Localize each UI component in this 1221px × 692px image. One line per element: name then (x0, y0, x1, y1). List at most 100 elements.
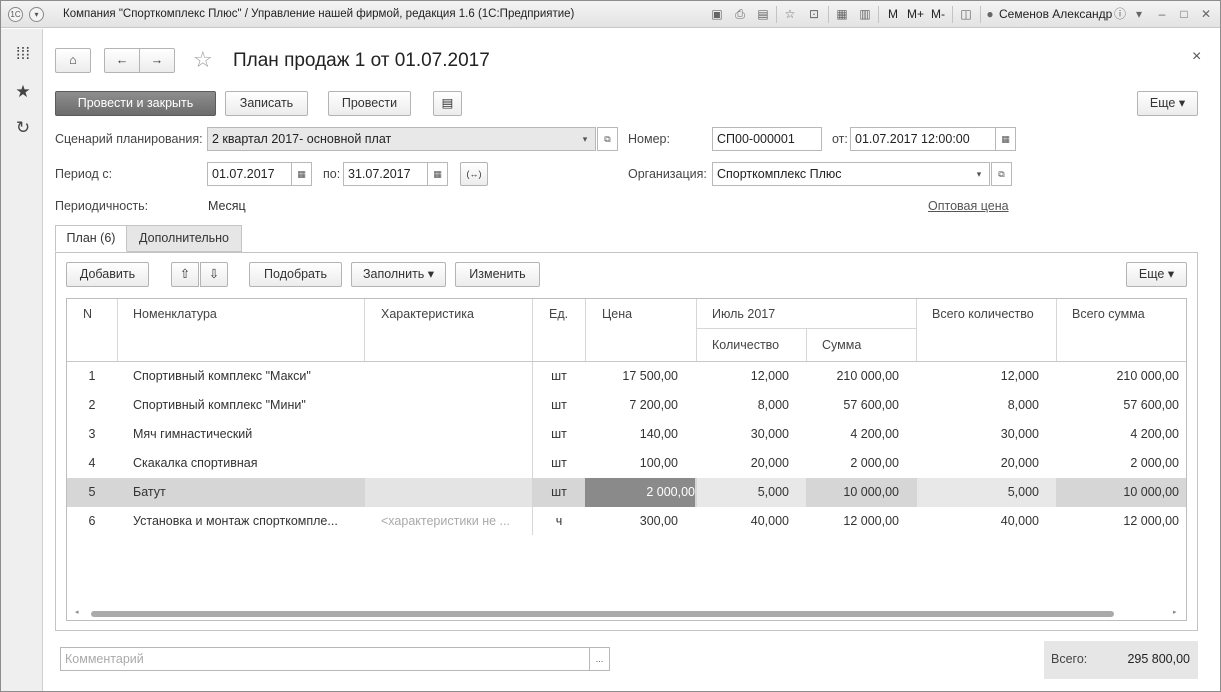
header-total-qty[interactable]: Всего количество (932, 307, 1034, 321)
cell-n[interactable]: 5 (67, 478, 117, 507)
cell-char[interactable] (365, 478, 532, 507)
header-n[interactable]: N (83, 307, 92, 321)
cell-qty[interactable]: 8,000 (697, 391, 789, 420)
cell-price[interactable]: 2 000,00 (585, 478, 695, 507)
header-sum[interactable]: Сумма (822, 338, 861, 352)
cell-sum[interactable]: 12 000,00 (807, 507, 899, 536)
cell-total-qty[interactable]: 12,000 (917, 362, 1039, 391)
sections-grid-icon[interactable]: ⁞⁞⁞ (13, 44, 33, 64)
pick-button[interactable]: Подобрать (249, 262, 342, 287)
header-month[interactable]: Июль 2017 (712, 307, 775, 321)
org-open-icon[interactable]: ⧉ (991, 162, 1012, 186)
print-icon[interactable]: ⎙ (732, 7, 748, 22)
cell-n[interactable]: 6 (67, 507, 117, 536)
cell-price[interactable]: 100,00 (586, 449, 678, 478)
cell-price[interactable]: 17 500,00 (586, 362, 678, 391)
cell-qty[interactable]: 40,000 (697, 507, 789, 536)
org-field[interactable]: Спорткомплекс Плюс (712, 162, 990, 186)
move-up-icon[interactable]: ⇧ (171, 262, 199, 287)
period-start-calendar-icon[interactable]: ▦ (291, 162, 312, 186)
close-form-icon[interactable]: × (1192, 48, 1201, 66)
cell-char[interactable] (381, 362, 529, 391)
table-row[interactable]: 2 Спортивный комплекс "Мини" шт 7 200,00 8,0… (67, 391, 1186, 420)
user-name[interactable]: Семенов Александр (999, 7, 1112, 21)
scroll-right-icon[interactable]: ▸ (1173, 608, 1177, 616)
memory-mminus-button[interactable]: M- (931, 7, 945, 21)
cell-total-sum[interactable]: 210 000,00 (1057, 362, 1179, 391)
cell-sum[interactable]: 210 000,00 (807, 362, 899, 391)
cell-n[interactable]: 4 (67, 449, 117, 478)
number-field[interactable]: СП00-000001 (712, 127, 822, 151)
forward-button[interactable]: → (139, 48, 175, 73)
save-icon[interactable]: ▣ (709, 7, 725, 22)
cell-total-qty[interactable]: 20,000 (917, 449, 1039, 478)
post-button[interactable]: Провести (328, 91, 411, 116)
cell-price[interactable]: 140,00 (586, 420, 678, 449)
main-menu-icon[interactable]: ▾ (29, 7, 44, 22)
cell-sum[interactable]: 10 000,00 (807, 478, 899, 507)
calendar-icon[interactable]: ▦ (995, 127, 1016, 151)
cell-total-qty[interactable]: 8,000 (917, 391, 1039, 420)
cell-sum[interactable]: 2 000,00 (807, 449, 899, 478)
calculator-icon[interactable]: ▦ (834, 7, 850, 22)
cell-qty[interactable]: 5,000 (697, 478, 806, 507)
cell-unit[interactable]: ч (533, 507, 585, 536)
tab-plan[interactable]: План (6) (55, 225, 127, 252)
table-row[interactable]: 3 Мяч гимнастический шт 140,00 30,000 4 200,0… (67, 420, 1186, 449)
header-unit[interactable]: Ед. (549, 307, 568, 321)
cell-total-sum[interactable]: 2 000,00 (1057, 449, 1179, 478)
cell-total-sum[interactable]: 57 600,00 (1057, 391, 1179, 420)
memory-mplus-button[interactable]: M+ (907, 7, 924, 21)
report-icon[interactable]: ▤ (433, 91, 462, 116)
comment-field[interactable]: Комментарий (60, 647, 590, 671)
period-end-calendar-icon[interactable]: ▦ (427, 162, 448, 186)
table-more-button[interactable]: Еще ▾ (1126, 262, 1187, 287)
add-button[interactable]: Добавить (66, 262, 149, 287)
org-dropdown-icon[interactable]: ▾ (969, 162, 990, 186)
cell-total-sum[interactable]: 4 200,00 (1057, 420, 1179, 449)
cell-sum[interactable]: 4 200,00 (807, 420, 899, 449)
calendar-icon[interactable]: ▥ (857, 7, 873, 22)
panels-icon[interactable]: ◫ (958, 7, 974, 22)
history-icon[interactable]: ⊡ (806, 7, 822, 22)
tab-additional[interactable]: Дополнительно (127, 225, 242, 252)
post-and-close-button[interactable]: Провести и закрыть (55, 91, 216, 116)
history-scroll-icon[interactable]: ↻ (13, 118, 33, 138)
cell-qty[interactable]: 30,000 (697, 420, 789, 449)
memory-m-button[interactable]: M (888, 7, 898, 21)
period-start-field[interactable]: 01.07.2017 (207, 162, 292, 186)
header-char[interactable]: Характеристика (381, 307, 474, 321)
cell-qty[interactable]: 20,000 (697, 449, 789, 478)
home-button[interactable]: ⌂ (55, 48, 91, 73)
table-row[interactable]: 5 Батут шт 2 000,00 5,000 10 000,00 5,000 10 00… (67, 478, 1186, 507)
write-button[interactable]: Записать (225, 91, 308, 116)
header-item[interactable]: Номенклатура (133, 307, 217, 321)
table-row[interactable]: 4 Скакалка спортивная шт 100,00 20,000 2 000,… (67, 449, 1186, 478)
scroll-left-icon[interactable]: ◂ (75, 608, 79, 616)
cell-sum[interactable]: 57 600,00 (807, 391, 899, 420)
favorite-icon[interactable]: ☆ (782, 7, 798, 22)
cell-item[interactable]: Мяч гимнастический (133, 420, 361, 449)
period-end-field[interactable]: 31.07.2017 (343, 162, 428, 186)
cell-unit[interactable]: шт (533, 478, 585, 507)
favorite-star-icon[interactable]: ☆ (193, 47, 213, 73)
table-row[interactable]: 6 Установка и монтаж спорткомпле... <харак… (67, 507, 1186, 536)
horizontal-scrollbar[interactable] (91, 611, 1114, 617)
header-qty[interactable]: Количество (712, 338, 779, 352)
cell-unit[interactable]: шт (533, 362, 585, 391)
minimize-icon[interactable]: – (1154, 7, 1170, 22)
cell-total-sum[interactable]: 12 000,00 (1057, 507, 1179, 536)
comment-open-button[interactable]: ... (589, 647, 610, 671)
scenario-open-icon[interactable]: ⧉ (597, 127, 618, 151)
cell-item[interactable]: Спортивный комплекс "Мини" (133, 391, 361, 420)
cell-unit[interactable]: шт (533, 391, 585, 420)
cell-n[interactable]: 3 (67, 420, 117, 449)
cell-unit[interactable]: шт (533, 420, 585, 449)
dropdown-arrow-icon[interactable]: ▾ (1131, 7, 1147, 22)
cell-price[interactable]: 7 200,00 (586, 391, 678, 420)
table-row[interactable]: 1 Спортивный комплекс "Макси" шт 17 500,00 1… (67, 362, 1186, 391)
cell-total-qty[interactable]: 5,000 (917, 478, 1056, 507)
cell-char[interactable]: <характеристики не ... (381, 507, 529, 536)
cell-char[interactable] (381, 420, 529, 449)
cell-unit[interactable]: шт (533, 449, 585, 478)
